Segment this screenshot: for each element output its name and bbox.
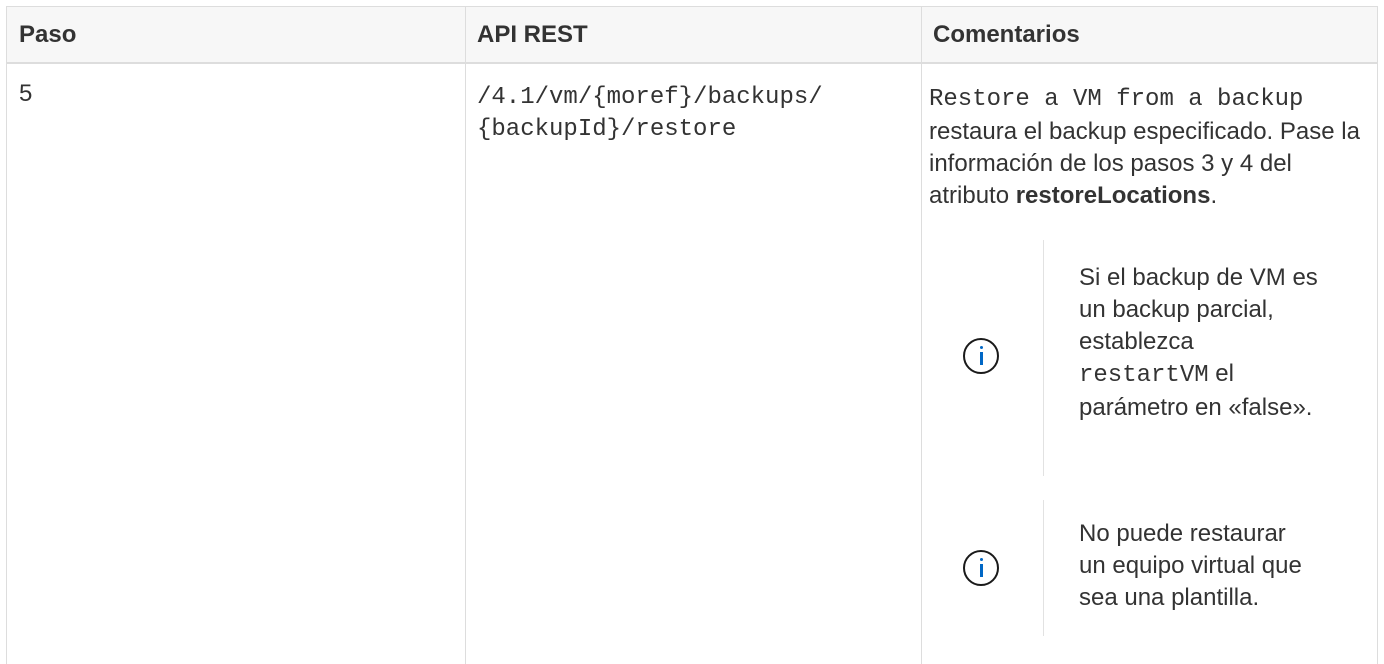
step-number: 5: [19, 80, 33, 107]
api-endpoint: /4.1/vm/{moref}/backups/ {backupId}/rest…: [477, 82, 917, 146]
note-text: Si el backup de VM es un backup parcial,…: [1079, 262, 1319, 424]
table-header-row: Paso API REST Comentarios: [7, 6, 1377, 64]
info-icon: [963, 550, 999, 586]
info-icon: [963, 338, 999, 374]
header-comments: Comentarios: [933, 21, 1080, 48]
comment-attribute: restoreLocations: [1015, 182, 1211, 209]
comment-code: Restore a VM from a backup: [929, 86, 1304, 113]
comment-text: Restore a VM from a backup restaura el b…: [929, 82, 1369, 212]
api-endpoint-line: {backupId}/restore: [477, 116, 737, 143]
comment-end: .: [1210, 182, 1218, 209]
info-note: Si el backup de VM es un backup parcial,…: [929, 240, 1329, 476]
note-text: No puede restaurar un equipo virtual que…: [1079, 518, 1319, 614]
column-divider: [465, 6, 466, 664]
header-api: API REST: [477, 21, 588, 48]
api-endpoint-line: /4.1/vm/{moref}/backups/: [477, 84, 823, 111]
api-steps-table: Paso API REST Comentarios 5 /4.1/vm/{mor…: [6, 6, 1378, 664]
note-code: restartVM: [1079, 362, 1209, 389]
column-divider: [921, 6, 922, 664]
info-note: No puede restaurar un equipo virtual que…: [929, 500, 1329, 636]
note-text-part: No puede restaurar un equipo virtual que…: [1079, 520, 1302, 611]
header-step: Paso: [19, 21, 77, 48]
note-divider: [1043, 500, 1044, 636]
note-text-part: Si el backup de VM es un backup parcial,…: [1079, 264, 1318, 355]
note-divider: [1043, 240, 1044, 476]
